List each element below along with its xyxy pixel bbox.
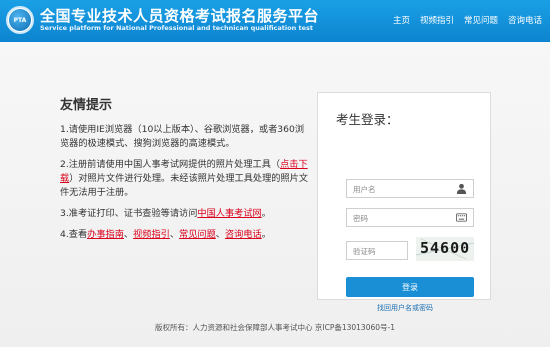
tips-panel: 友情提示 1.请使用IE浏览器（10以上版本）、谷歌浏览器，或者360浏览器的极… (60, 94, 310, 249)
username-input[interactable]: 用户名 (346, 179, 474, 198)
site-title: 全国专业技术人员资格考试报名服务平台 (40, 7, 320, 25)
footer-copyright: 版权所有：人力资源和社会保障部人事考试中心 京ICP备13013060号-1 (154, 323, 395, 332)
password-placeholder: 密码 (353, 214, 368, 223)
cpta-link[interactable]: 中国人事考试网 (197, 208, 261, 219)
forgot-credentials-link[interactable]: 找回用户名或密码 (318, 303, 492, 313)
contact-phone-link[interactable]: 咨询电话 (225, 229, 262, 240)
tip-1: 1.请使用IE浏览器（10以上版本）、谷歌浏览器，或者360浏览器的极速模式、搜… (60, 124, 305, 149)
video-guide-link[interactable]: 视频指引 (133, 229, 170, 240)
guide-link[interactable]: 办事指南 (87, 229, 124, 240)
captcha-placeholder: 验证码 (353, 247, 376, 256)
username-placeholder: 用户名 (353, 185, 376, 194)
logo-icon[interactable]: PTA (6, 6, 34, 34)
site-header: PTA 全国专业技术人员资格考试报名服务平台 Service platform … (0, 0, 550, 42)
login-button[interactable]: 登录 (346, 277, 474, 297)
user-icon (456, 183, 467, 194)
nav-contact-phone[interactable]: 咨询电话 (508, 14, 542, 26)
captcha-input[interactable]: 验证码 (346, 241, 408, 260)
tip-4-suffix: 。 (261, 229, 271, 240)
tip-4-sep-3: 、 (215, 229, 225, 240)
tip-2-suffix: ）对照片文件进行处理。未经该照片处理工具处理的照片文件无法用于注册。 (60, 173, 309, 198)
tip-4: 4.查看办事指南、视频指引、常见问题、咨询电话。 (60, 228, 310, 242)
tip-3-suffix: 。 (261, 208, 271, 219)
captcha-text: 54600 (420, 239, 471, 257)
tip-2-prefix: 2.注册前请使用中国人事考试网提供的照片处理工具（ (60, 159, 281, 170)
site-subtitle: Service platform for National Profession… (40, 24, 313, 32)
captcha-image[interactable]: 54600 (416, 237, 474, 261)
password-input[interactable]: 密码 (346, 208, 474, 227)
login-title: 考生登录： (336, 112, 399, 127)
tip-3-prefix: 3.准考证打印、证书查验等请访问 (60, 208, 198, 219)
nav-faq[interactable]: 常见问题 (464, 14, 498, 26)
tips-title: 友情提示 (60, 98, 113, 113)
tip-4-sep-2: 、 (169, 229, 180, 240)
nav-home[interactable]: 主页 (393, 14, 410, 26)
faq-link[interactable]: 常见问题 (179, 229, 216, 240)
logo-text: PTA (13, 16, 27, 24)
tip-4-prefix: 4.查看 (60, 229, 88, 240)
keyboard-icon[interactable] (456, 212, 467, 223)
main-area: 友情提示 1.请使用IE浏览器（10以上版本）、谷歌浏览器，或者360浏览器的极… (0, 42, 550, 347)
tip-3: 3.准考证打印、证书查验等请访问中国人事考试网。 (60, 207, 310, 221)
tip-4-sep-1: 、 (123, 229, 134, 240)
top-nav: 主页 视频指引 常见问题 咨询电话 (383, 14, 542, 26)
login-panel: 考生登录： 用户名 密码 验证码 54600 登录 找回用户名或密码 (317, 92, 491, 312)
nav-video-guide[interactable]: 视频指引 (420, 14, 454, 26)
tip-2: 2.注册前请使用中国人事考试网提供的照片处理工具（点击下载）对照片文件进行处理。… (60, 158, 310, 200)
